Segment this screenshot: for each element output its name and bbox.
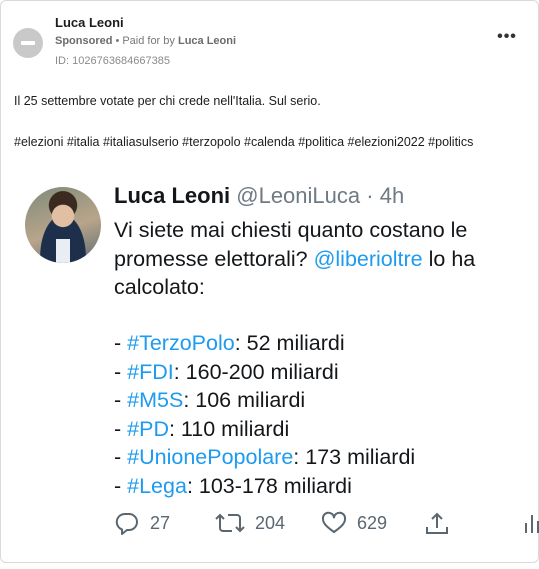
reply-icon: [115, 512, 138, 535]
list-value: : 173 miliardi: [293, 445, 416, 469]
list-value: : 103-178 miliardi: [186, 473, 352, 498]
retweet-icon: [215, 513, 245, 533]
paid-for-label: Paid for by: [122, 35, 175, 47]
reply-action: 27: [114, 511, 170, 535]
tweet-actions: 27 204 629: [1, 507, 539, 543]
list-dash: -: [114, 331, 128, 355]
tweet-handle: @LeoniLuca: [236, 183, 361, 208]
list-dash: -: [114, 416, 128, 441]
ad-caption: Il 25 settembre votate per chi crede nel…: [14, 94, 321, 108]
ad-id: ID: 1026763684667385: [55, 55, 170, 67]
list-dash: -: [114, 388, 128, 412]
avatar-shirt: [56, 239, 70, 263]
tweet-separator: ·: [366, 183, 374, 208]
share-icon: [426, 512, 448, 534]
list-hashtag: #UnionePopolare: [127, 445, 294, 469]
tweet-author-avatar: [25, 187, 101, 263]
list-value: : 160-200 miliardi: [173, 359, 339, 384]
list-value: : 52 miliardi: [234, 331, 345, 355]
ad-card: Luca Leoni Sponsored • Paid for by Luca Le…: [0, 0, 539, 563]
list-hashtag: #Lega: [127, 473, 187, 498]
tweet-cost-list: - #TerzoPolo: 52 miliardi - #FDI: 160-20…: [114, 329, 415, 500]
list-hashtag: #PD: [127, 416, 169, 441]
list-value: : 106 miliardi: [183, 388, 306, 412]
heart-icon: [321, 511, 347, 533]
sponsored-line: Sponsored • Paid for by Luca Leoni: [55, 35, 236, 47]
list-hashtag: #TerzoPolo: [127, 331, 235, 355]
blocked-icon: [21, 41, 35, 45]
like-action: 629: [321, 511, 387, 535]
list-value: : 110 miliardi: [168, 416, 290, 441]
tweet-header: Luca Leoni @LeoniLuca · 4h: [114, 183, 404, 209]
tweet-mention: @liberioltre: [313, 246, 423, 271]
meta-separator: •: [115, 35, 120, 47]
tweet-text: Vi siete mai chiesti quanto costano le p…: [114, 216, 524, 302]
payer-name[interactable]: Luca Leoni: [178, 35, 236, 47]
tweet-author-name: Luca Leoni: [114, 183, 231, 208]
sponsored-label: Sponsored: [55, 35, 113, 47]
list-item: - #UnionePopolare: 173 miliardi: [114, 443, 415, 472]
advertiser-name[interactable]: Luca Leoni: [55, 15, 124, 30]
list-item: - #M5S: 106 miliardi: [114, 386, 415, 415]
list-item: - #PD: 110 miliardi: [114, 415, 415, 444]
list-dash: -: [114, 473, 128, 498]
analytics-action: [523, 511, 539, 535]
list-item: - #TerzoPolo: 52 miliardi: [114, 329, 415, 358]
more-options-button[interactable]: •••: [495, 29, 519, 49]
list-hashtag: #FDI: [127, 359, 174, 384]
list-dash: -: [114, 445, 128, 469]
list-item: - #FDI: 160-200 miliardi: [114, 358, 415, 387]
like-count: 629: [357, 512, 388, 533]
reply-count: 27: [150, 512, 171, 533]
analytics-icon: [525, 515, 539, 533]
list-dash: -: [114, 359, 128, 384]
retweet-action: 204: [215, 511, 285, 535]
share-action: [424, 511, 450, 537]
list-hashtag: #M5S: [127, 388, 184, 412]
advertiser-avatar[interactable]: [13, 28, 43, 58]
tweet-screenshot-image[interactable]: Luca Leoni @LeoniLuca · 4h Vi siete mai …: [1, 171, 539, 563]
ad-hashtags: #elezioni #italia #italiasulserio #terzo…: [14, 135, 474, 149]
list-item: - #Lega: 103-178 miliardi: [114, 472, 415, 501]
tweet-time: 4h: [379, 183, 405, 208]
retweet-count: 204: [255, 512, 286, 533]
